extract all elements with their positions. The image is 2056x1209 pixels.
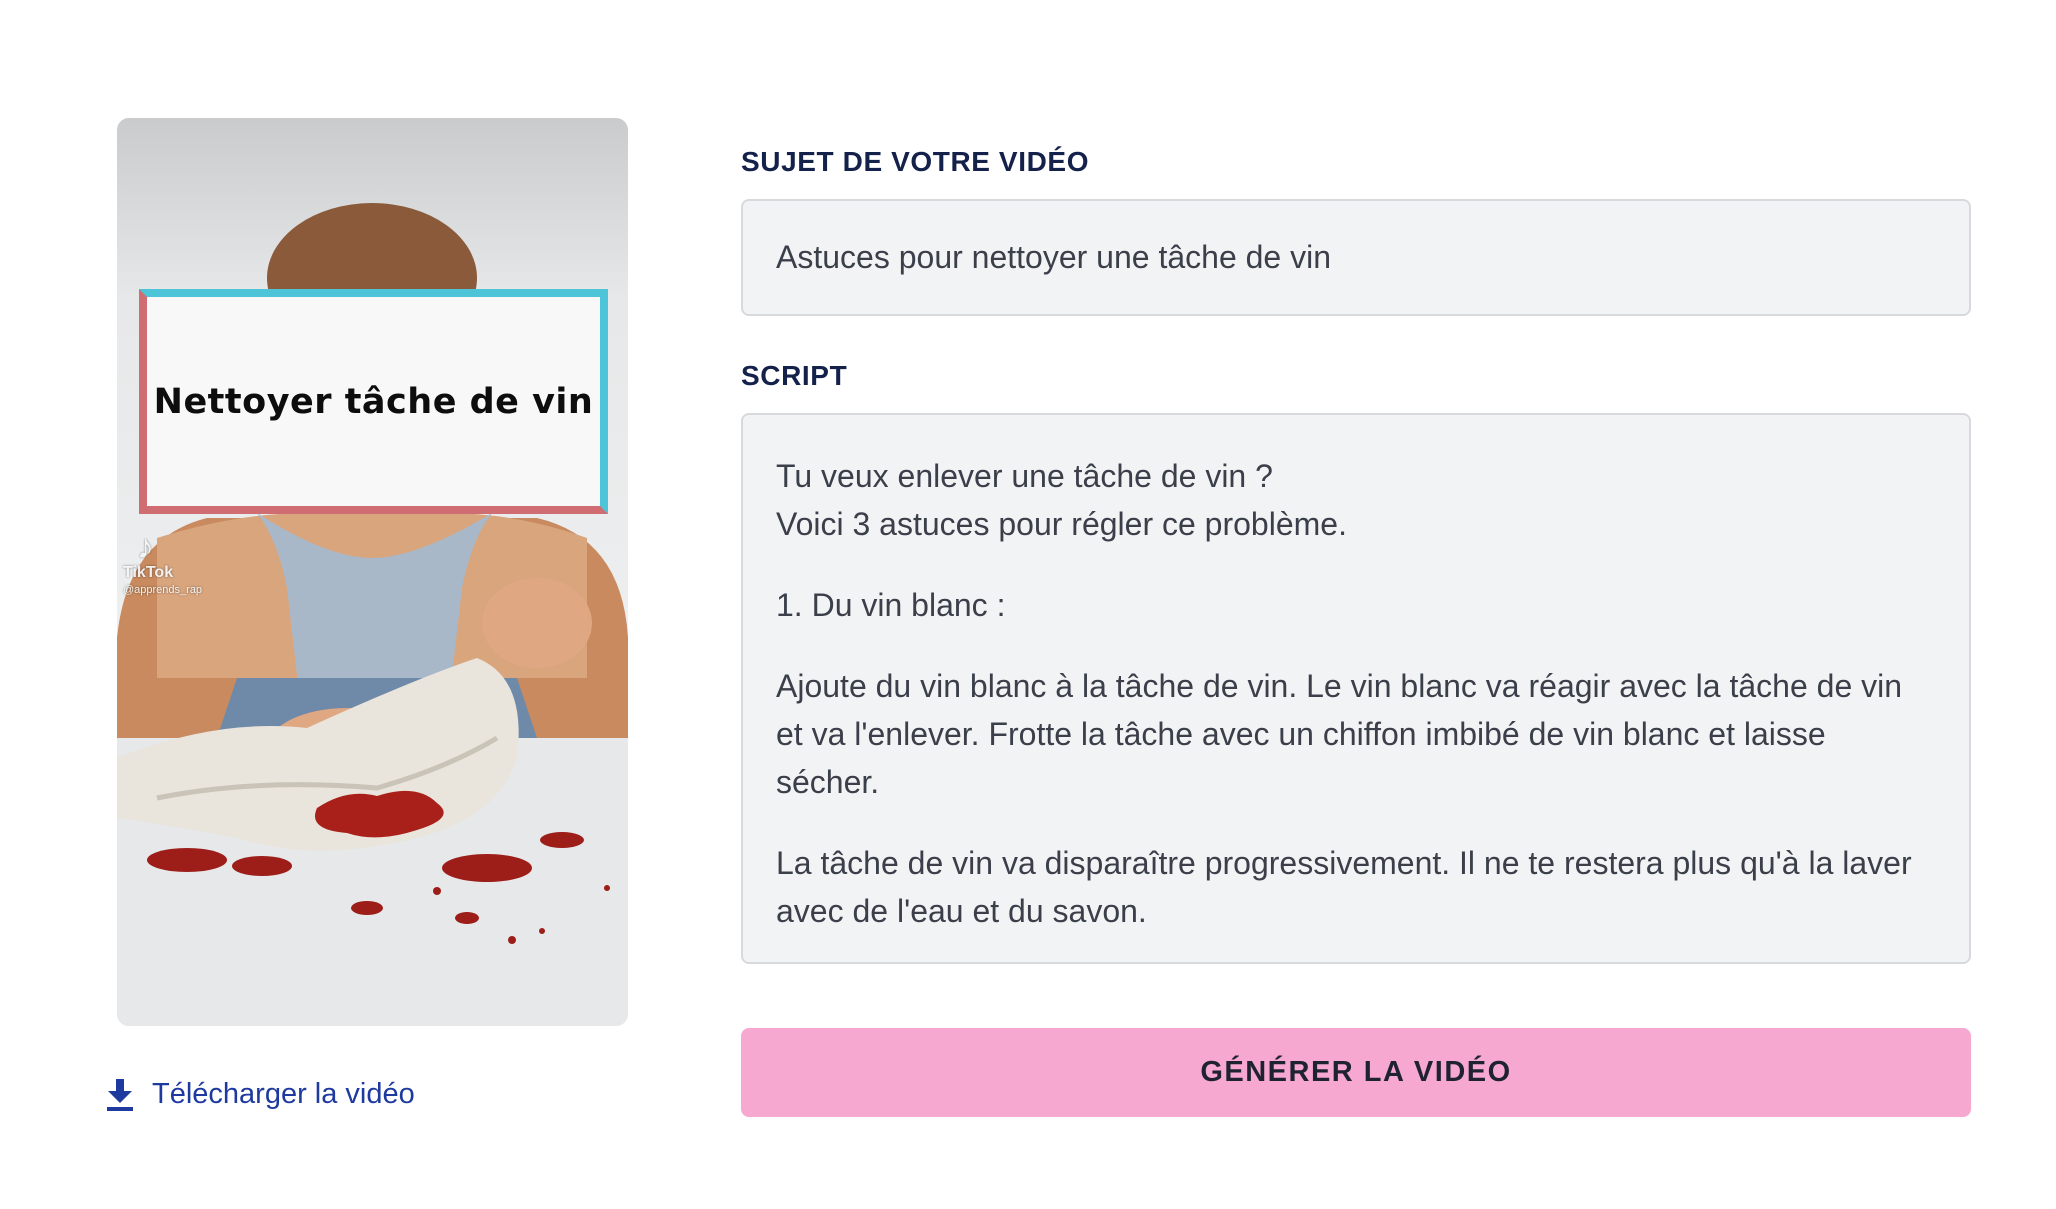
script-paragraph: Ajoute du vin blanc à la tâche de vin. L… xyxy=(776,668,1903,800)
video-generator-page: Nettoyer tâche de vin ♪ TikTok @apprends… xyxy=(0,0,2056,1209)
tiktok-brand: TikTok xyxy=(123,564,174,581)
download-video-link[interactable]: Télécharger la vidéo xyxy=(106,1078,415,1111)
tiktok-logo-icon: ♪ xyxy=(137,528,154,566)
script-line: Voici 3 astuces pour régler ce problème. xyxy=(776,506,1347,542)
subject-input[interactable] xyxy=(741,199,1971,316)
script-label: SCRIPT xyxy=(741,360,848,391)
subject-label: SUJET DE VOTRE VIDÉO xyxy=(741,146,1090,177)
script-paragraph: Tu veux enlever une tâche de vin ? Voici… xyxy=(776,452,1936,548)
script-textarea[interactable]: Tu veux enlever une tâche de vin ? Voici… xyxy=(741,413,1971,964)
tiktok-handle: @apprends_rap xyxy=(123,584,203,596)
generate-video-button[interactable]: GÉNÉRER LA VIDÉO xyxy=(741,1028,1971,1117)
video-preview[interactable]: Nettoyer tâche de vin ♪ TikTok @apprends… xyxy=(117,118,628,1026)
download-video-label: Télécharger la vidéo xyxy=(152,1078,415,1110)
video-title-overlay: Nettoyer tâche de vin xyxy=(139,289,608,514)
download-icon xyxy=(107,1078,133,1111)
script-paragraph: La tâche de vin va disparaître progressi… xyxy=(776,845,1912,929)
script-line: Tu veux enlever une tâche de vin ? xyxy=(776,458,1273,494)
script-paragraph: 1. Du vin blanc : xyxy=(776,587,1006,623)
tiktok-watermark: ♪ TikTok @apprends_rap xyxy=(123,530,202,596)
video-title-text: Nettoyer tâche de vin xyxy=(153,381,594,422)
